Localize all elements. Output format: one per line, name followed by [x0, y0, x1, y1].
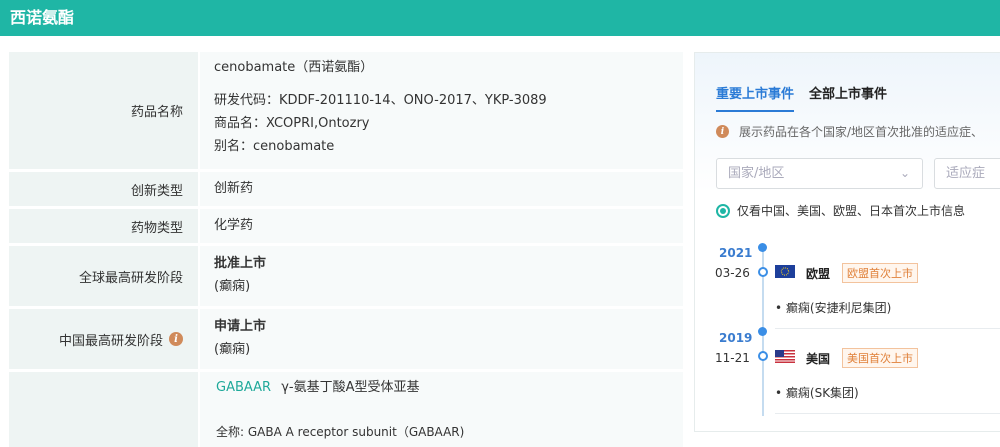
- row-target: GABAAR γ-氨基丁酸A型受体亚基 全称: GABA A receptor …: [9, 372, 683, 447]
- value-drug-name: cenobamate（西诺氨酯） 研发代码：KDDF-201110-14、ONO…: [200, 52, 683, 169]
- label-target: [9, 372, 198, 447]
- tab-all-launch-events[interactable]: 全部上市事件: [809, 83, 887, 102]
- label-china-stage: 中国最高研发阶段 i: [9, 309, 198, 369]
- value-innovation-type: 创新药: [200, 172, 683, 206]
- event-year: 2021: [719, 246, 753, 260]
- row-innovation-type: 创新类型 创新药: [9, 172, 683, 206]
- target-full-name: 全称: GABA A receptor subunit（GABAAR): [216, 425, 465, 439]
- eu-flag-icon: [775, 265, 795, 278]
- value-china-stage: 申请上市 (癫痫): [200, 309, 683, 369]
- value-drug-type: 化学药: [200, 209, 683, 243]
- radio-selected-icon[interactable]: [716, 203, 730, 218]
- event-region: 美国: [806, 352, 831, 366]
- event-badge: 欧盟首次上市: [842, 263, 918, 283]
- event-region: 欧盟: [806, 267, 831, 281]
- china-stage-label-text: 中国最高研发阶段: [58, 333, 163, 349]
- row-global-stage: 全球最高研发阶段 批准上市 (癫痫): [9, 246, 683, 306]
- country-select-placeholder: 国家/地区: [728, 166, 785, 181]
- indication-select[interactable]: 适应症: [934, 158, 1000, 189]
- drug-trade-names: 商品名：XCOPRI,Ontozry: [214, 116, 370, 131]
- china-stage-value: 申请上市: [214, 319, 267, 334]
- value-target: GABAAR γ-氨基丁酸A型受体亚基 全称: GABA A receptor …: [200, 372, 683, 447]
- drug-name-main: cenobamate（西诺氨酯）: [214, 60, 374, 75]
- major-markets-filter-label: 仅看中国、美国、欧盟、日本首次上市信息: [737, 204, 966, 218]
- us-flag-icon: [775, 350, 795, 363]
- launch-events-panel: 重要上市事件 全部上市事件 i 展示药品在各个国家/地区首次批准的适应症、 国家…: [694, 52, 1000, 432]
- label-drug-type: 药物类型: [9, 209, 198, 243]
- timeline-year-dot: [758, 327, 767, 336]
- drug-alias: 别名：cenobamate: [214, 139, 335, 154]
- timeline-event-dot: [758, 351, 768, 361]
- panel-note-text: 展示药品在各个国家/地区首次批准的适应症、: [739, 125, 984, 139]
- panel-note: i 展示药品在各个国家/地区首次批准的适应症、: [716, 123, 983, 140]
- timeline-event-dot: [758, 267, 768, 277]
- china-stage-indication: (癫痫): [214, 342, 251, 357]
- target-description: γ-氨基丁酸A型受体亚基: [281, 380, 420, 395]
- event-date: 11-21: [715, 351, 750, 365]
- event-description: • 癫痫(SK集团): [775, 386, 859, 400]
- info-icon: i: [716, 125, 729, 138]
- row-china-stage: 中国最高研发阶段 i 申请上市 (癫痫): [9, 309, 683, 369]
- event-date: 03-26: [715, 266, 750, 280]
- country-select[interactable]: 国家/地区 ⌄: [716, 158, 923, 189]
- page-title: 西诺氨酯: [10, 8, 75, 27]
- timeline-year-dot: [758, 243, 767, 252]
- target-link[interactable]: GABAAR: [216, 380, 271, 395]
- event-description: • 癫痫(安捷利尼集团): [775, 301, 892, 315]
- tab-key-launch-events[interactable]: 重要上市事件: [716, 83, 795, 112]
- global-stage-value: 批准上市: [214, 256, 267, 271]
- label-innovation-type: 创新类型: [9, 172, 198, 206]
- row-drug-name: 药品名称 cenobamate（西诺氨酯） 研发代码：KDDF-201110-1…: [9, 52, 683, 169]
- target-line: GABAAR γ-氨基丁酸A型受体亚基: [216, 376, 683, 399]
- event-divider: [775, 413, 1000, 414]
- row-drug-type: 药物类型 化学药: [9, 209, 683, 243]
- page-header: 西诺氨酯: [0, 0, 1000, 36]
- indication-select-placeholder: 适应症: [946, 166, 986, 181]
- label-drug-name: 药品名称: [9, 52, 198, 169]
- drug-dev-codes: 研发代码：KDDF-201110-14、ONO-2017、YKP-3089: [214, 93, 547, 108]
- global-stage-indication: (癫痫): [214, 279, 251, 294]
- label-global-stage: 全球最高研发阶段: [9, 246, 198, 306]
- event-year: 2019: [719, 331, 753, 345]
- event-divider: [775, 328, 1000, 329]
- event-badge: 美国首次上市: [842, 348, 918, 368]
- chevron-down-icon: ⌄: [899, 166, 910, 180]
- drug-info-table: 药品名称 cenobamate（西诺氨酯） 研发代码：KDDF-201110-1…: [9, 52, 683, 447]
- major-markets-filter[interactable]: 仅看中国、美国、欧盟、日本首次上市信息: [716, 202, 965, 219]
- value-global-stage: 批准上市 (癫痫): [200, 246, 683, 306]
- info-icon[interactable]: i: [169, 332, 183, 346]
